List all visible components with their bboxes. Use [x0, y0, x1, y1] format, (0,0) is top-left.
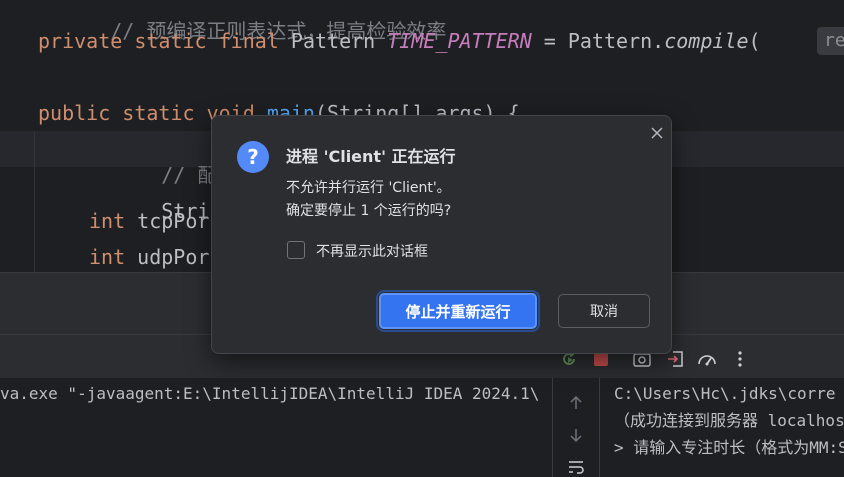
- code-line-udp: int udpPor: [89, 244, 209, 270]
- indent-guide: [34, 131, 35, 272]
- question-icon: ?: [237, 141, 269, 173]
- soft-wrap-icon[interactable]: [566, 458, 586, 476]
- ide-window: // 预编译正则表达式，提高检验效率 private static final …: [0, 0, 844, 477]
- keyword: static: [134, 29, 207, 53]
- arrow-up-icon[interactable]: [567, 394, 585, 412]
- operator: =: [531, 29, 568, 53]
- console-command-line: va.exe "-javaagent:E:\IntellijIDEA\Intel…: [0, 384, 540, 403]
- keyword: static: [122, 101, 195, 125]
- close-button[interactable]: [646, 122, 668, 144]
- console-side-toolbar: [553, 378, 599, 477]
- console-line: > 请输入专注时长（格式为MM:S: [614, 438, 844, 457]
- code-line-tcp: int tcpPor: [89, 208, 209, 234]
- cancel-button[interactable]: 取消: [558, 294, 650, 328]
- keyword: final: [218, 29, 279, 53]
- code-text: udpPor: [125, 245, 210, 269]
- profiler-icon[interactable]: [696, 348, 718, 370]
- class-ref: Pattern.: [567, 29, 665, 53]
- paren: (: [748, 29, 761, 53]
- dialog-title: 进程 'Client' 正在运行: [286, 147, 456, 166]
- process-running-dialog: ? 进程 'Client' 正在运行 不允许并行运行 'Client'。 确定要…: [211, 115, 672, 354]
- dialog-message-line2: 确定要停止 1 个运行的吗?: [286, 203, 452, 219]
- dont-show-again-checkbox[interactable]: [287, 241, 305, 259]
- method-ref: compile: [664, 29, 749, 53]
- keyword: int: [89, 209, 126, 233]
- dont-show-again-label[interactable]: 不再显示此对话框: [316, 241, 428, 261]
- keyword: int: [89, 245, 126, 269]
- code-line-pattern: private static final Pattern TIME_PATTER…: [38, 28, 761, 54]
- close-icon: [651, 127, 663, 139]
- console-line: C:\Users\Hc\.jdks\corre: [614, 384, 836, 403]
- code-text: tcpPor: [125, 209, 210, 233]
- more-vertical-icon[interactable]: [730, 348, 750, 370]
- arrow-down-icon[interactable]: [567, 426, 585, 444]
- type-name: Pattern: [290, 29, 376, 53]
- keyword: public: [38, 101, 111, 125]
- parameter-hint: re: [817, 27, 844, 55]
- divider: [599, 378, 600, 477]
- console-line: （成功连接到服务器 localhos: [614, 411, 844, 430]
- keyword: private: [38, 29, 123, 53]
- stop-and-rerun-button[interactable]: 停止并重新运行: [376, 290, 540, 332]
- constant-name: TIME_PATTERN: [387, 29, 532, 53]
- dialog-message-line1: 不允许并行运行 'Client'。: [286, 180, 451, 196]
